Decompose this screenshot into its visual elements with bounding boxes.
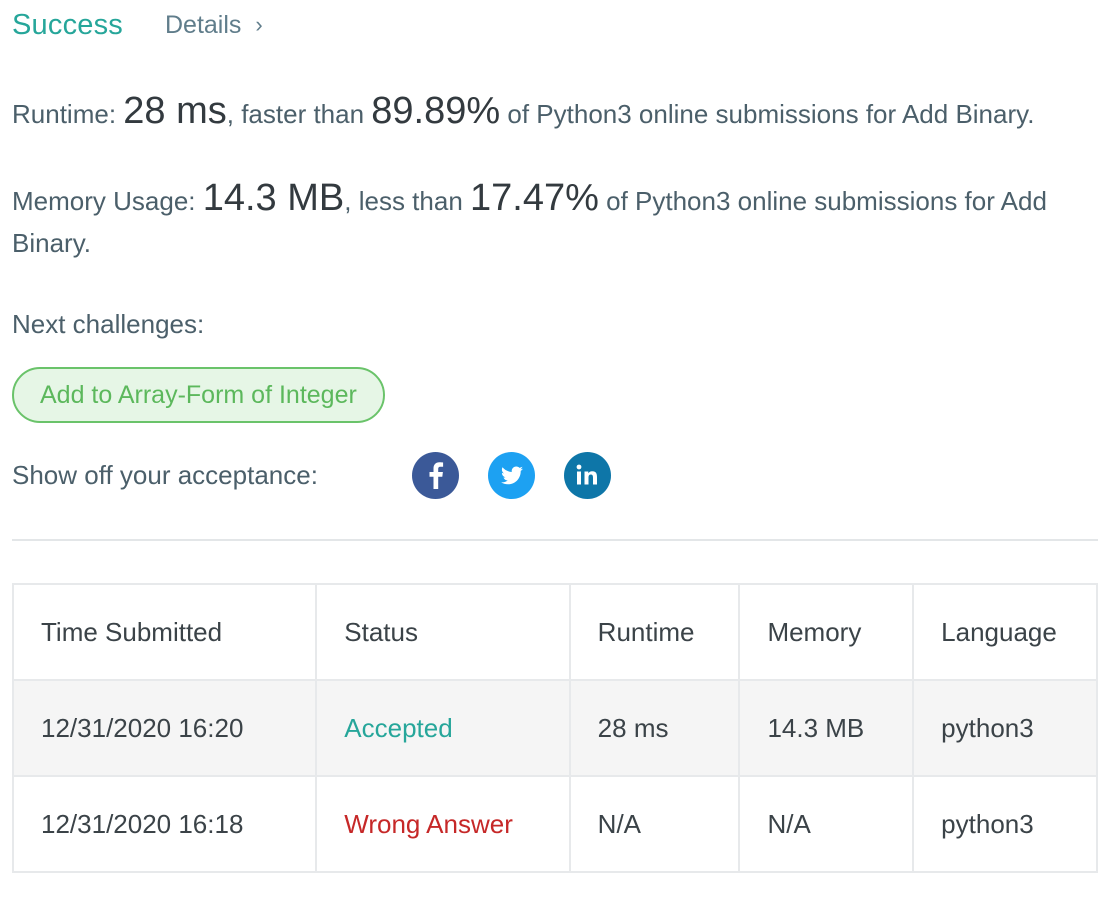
details-label: Details <box>165 10 242 39</box>
runtime-middle: , faster than <box>226 99 372 129</box>
cell-language: python3 <box>912 775 1098 873</box>
share-row: Show off your acceptance: <box>12 451 1098 499</box>
submission-result-panel: Success Details › Runtime: 28 ms, faster… <box>11 0 1098 873</box>
submissions-table: Time Submitted Status Runtime Memory Lan… <box>11 583 1098 873</box>
next-challenge-button[interactable]: Add to Array-Form of Integer <box>12 367 385 423</box>
next-challenges-label: Next challenges: <box>12 309 205 339</box>
runtime-label: Runtime: <box>12 99 124 129</box>
header-time-submitted: Time Submitted <box>11 583 318 681</box>
linkedin-icon[interactable] <box>564 451 611 499</box>
cell-language: python3 <box>912 679 1098 777</box>
header-status: Status <box>315 583 571 681</box>
cell-time: 12/31/2020 16:20 <box>11 679 318 777</box>
cell-runtime: N/A <box>568 775 741 873</box>
memory-percent: 17.47% <box>470 177 599 219</box>
runtime-suffix: of Python3 online submissions for Add Bi… <box>500 99 1035 129</box>
memory-stat: Memory Usage: 14.3 MB, less than 17.47% … <box>12 177 1098 264</box>
cell-memory: N/A <box>738 775 915 873</box>
runtime-stat: Runtime: 28 ms, faster than 89.89% of Py… <box>12 90 1098 135</box>
cell-status: Accepted <box>315 679 571 777</box>
details-link[interactable]: Details › <box>165 11 263 40</box>
memory-label: Memory Usage: <box>12 186 203 216</box>
facebook-icon[interactable] <box>412 451 459 499</box>
cell-status: Wrong Answer <box>315 775 571 873</box>
share-label: Show off your acceptance: <box>12 459 318 490</box>
section-divider <box>12 539 1098 541</box>
table-header-row: Time Submitted Status Runtime Memory Lan… <box>11 583 1098 681</box>
result-header: Success Details › <box>12 0 1098 50</box>
cell-time: 12/31/2020 16:18 <box>11 775 318 873</box>
cell-memory: 14.3 MB <box>738 679 915 777</box>
status-link[interactable]: Accepted <box>344 713 452 743</box>
header-language: Language <box>912 583 1098 681</box>
header-runtime: Runtime <box>568 583 741 681</box>
result-status: Success <box>12 8 123 41</box>
memory-middle: , less than <box>344 186 470 216</box>
chevron-right-icon: › <box>255 12 263 37</box>
table-row: 12/31/2020 16:18 Wrong Answer N/A N/A py… <box>11 775 1098 873</box>
cell-runtime: 28 ms <box>568 679 741 777</box>
memory-value: 14.3 MB <box>202 177 345 219</box>
header-memory: Memory <box>738 583 915 681</box>
table-row: 12/31/2020 16:20 Accepted 28 ms 14.3 MB … <box>11 679 1098 777</box>
runtime-percent: 89.89% <box>371 90 501 132</box>
status-link[interactable]: Wrong Answer <box>344 809 513 839</box>
twitter-icon[interactable] <box>488 451 535 499</box>
runtime-value: 28 ms <box>123 90 227 132</box>
